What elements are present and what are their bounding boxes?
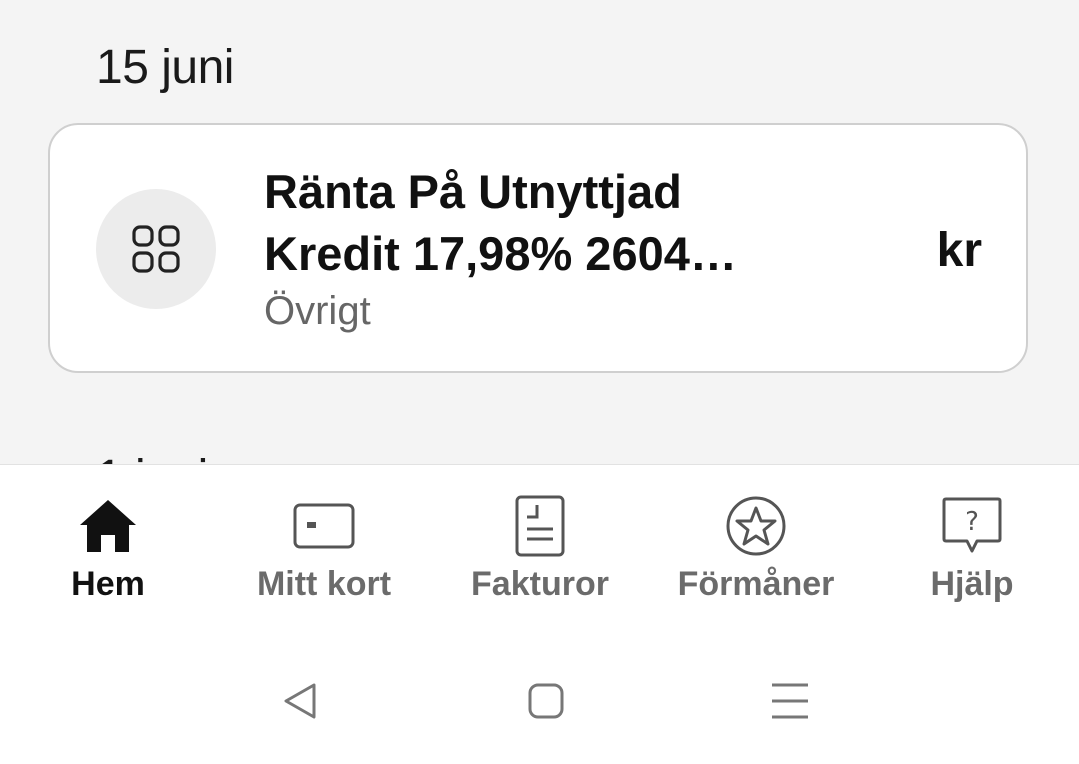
transaction-title: Ränta På Utnyttjad Kredit 17,98% 2604…: [264, 161, 764, 285]
nav-label-benefits: Förmåner: [677, 565, 835, 603]
date-heading: 15 juni: [96, 41, 234, 94]
system-navigation-bar: [0, 634, 1079, 764]
nav-label-home: Hem: [71, 565, 145, 603]
transaction-card[interactable]: Ränta På Utnyttjad Kredit 17,98% 2604… Ö…: [48, 123, 1028, 373]
card-icon: [293, 503, 355, 549]
system-back-button[interactable]: [270, 676, 330, 726]
star-icon: [726, 496, 786, 556]
nav-item-invoices[interactable]: Fakturor: [432, 493, 648, 613]
next-date-heading: 1 juni: [96, 450, 208, 464]
nav-item-benefits[interactable]: Förmåner: [648, 493, 864, 613]
transaction-category: Övrigt: [264, 289, 371, 333]
nav-label-help: Hjälp: [930, 565, 1014, 603]
bottom-navigation: Hem Mitt kort Fakturor Förmåner ? Hjälp: [0, 464, 1079, 635]
recents-icon: [772, 683, 808, 719]
system-home-button[interactable]: [516, 676, 576, 726]
transaction-amount: kr: [936, 224, 982, 277]
invoice-icon: [515, 495, 565, 557]
transaction-title-line2: Kredit 17,98% 2604…: [264, 227, 737, 280]
svg-text:?: ?: [965, 507, 979, 537]
nav-label-invoices: Fakturor: [471, 565, 609, 603]
nav-item-home[interactable]: Hem: [0, 493, 216, 613]
nav-label-my-card: Mitt kort: [256, 565, 392, 603]
back-icon: [284, 683, 316, 719]
nav-item-help[interactable]: ? Hjälp: [864, 493, 1079, 613]
help-icon: ?: [942, 497, 1002, 553]
home-square-icon: [528, 683, 564, 719]
transaction-title-line1: Ränta På Utnyttjad: [264, 165, 682, 218]
home-icon: [80, 500, 136, 552]
transaction-feed: 15 juni Ränta På Utnyttjad Kredit 17,98%…: [0, 0, 1079, 464]
category-icon-circle: [96, 189, 216, 309]
category-grid-icon: [132, 225, 180, 273]
system-recents-button[interactable]: [760, 676, 820, 726]
nav-item-my-card[interactable]: Mitt kort: [216, 493, 432, 613]
